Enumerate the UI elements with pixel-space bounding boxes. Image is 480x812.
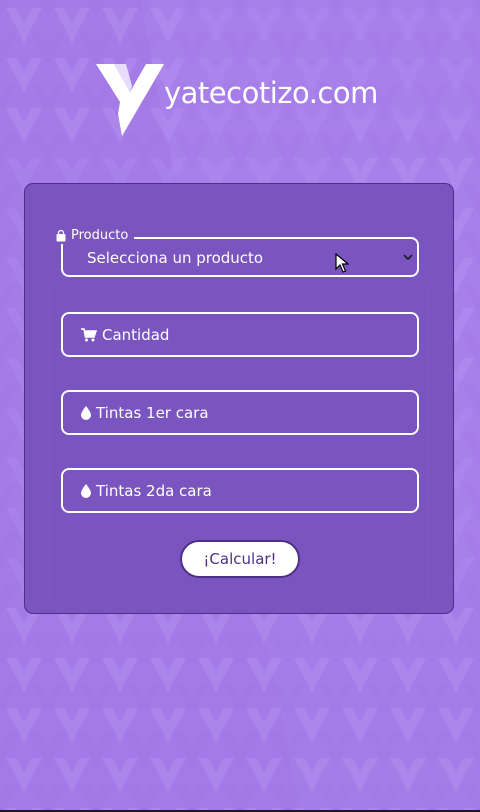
brand-name: yatecotizo.com <box>164 76 378 110</box>
quote-form-card: Selecciona un producto Producto Cantidad <box>24 183 454 614</box>
page: yatecotizo.com Selecciona un producto Pr… <box>0 0 480 812</box>
shopping-bag-icon <box>56 230 66 242</box>
product-legend: Producto <box>53 228 135 244</box>
product-select-value: Selecciona un producto <box>87 249 264 267</box>
product-legend-label: Producto <box>71 228 129 243</box>
front-inks-placeholder: Tintas 1er cara <box>96 403 209 422</box>
logo-y-mark-icon <box>96 64 164 136</box>
calculate-button[interactable]: ¡Calcular! <box>180 540 300 578</box>
chevron-down-icon <box>403 254 413 261</box>
brand-logo: yatecotizo.com <box>96 62 396 136</box>
front-inks-input[interactable]: Tintas 1er cara <box>61 390 419 435</box>
shopping-cart-icon <box>81 327 97 341</box>
back-inks-input[interactable]: Tintas 2da cara <box>61 468 419 513</box>
ink-drop-icon <box>81 405 91 420</box>
ink-drop-icon <box>81 483 91 498</box>
back-inks-placeholder: Tintas 2da cara <box>96 481 212 500</box>
quantity-placeholder: Cantidad <box>102 325 170 344</box>
mouse-pointer-icon <box>335 253 349 273</box>
quantity-input[interactable]: Cantidad <box>61 312 419 357</box>
